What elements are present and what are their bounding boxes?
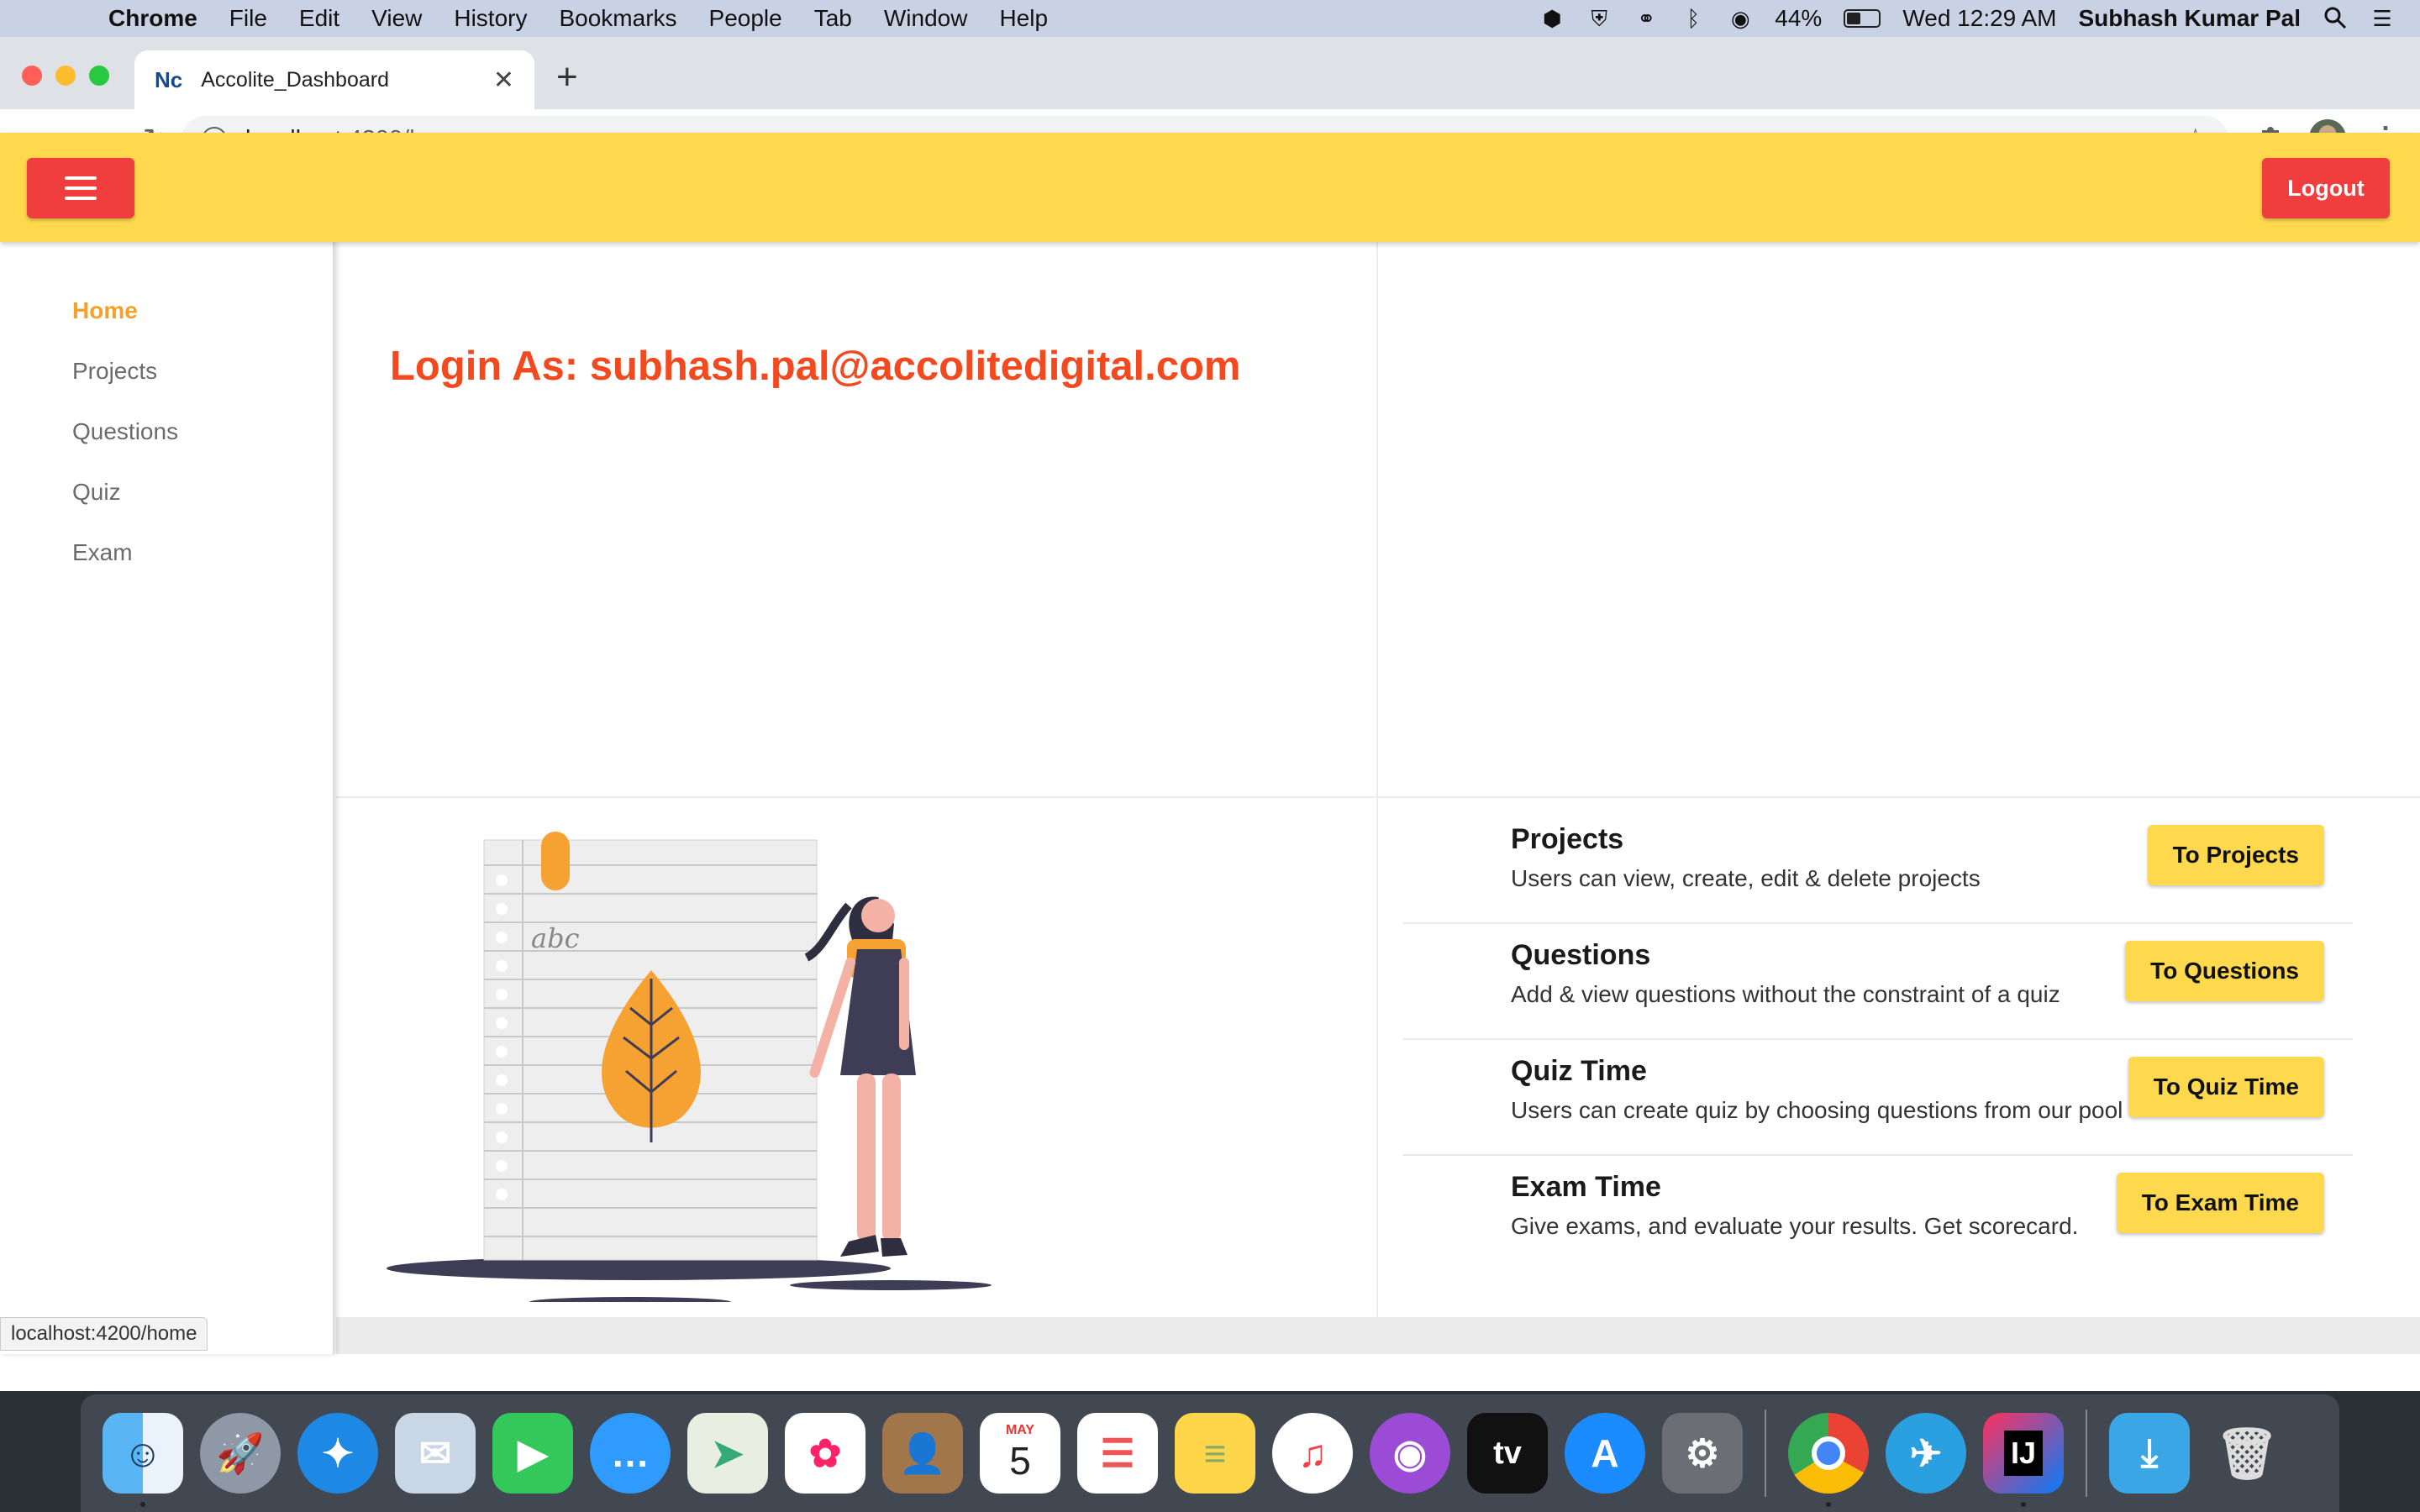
tab-strip: Nc Accolite_Dashboard ✕ + (0, 37, 2420, 109)
hamburger-icon-line (65, 197, 97, 200)
sidebar-item-projects[interactable]: Projects (72, 358, 157, 385)
menu-toggle-button[interactable] (27, 158, 134, 218)
close-window-button[interactable] (22, 66, 42, 86)
menu-edit[interactable]: Edit (283, 5, 355, 32)
dock-separator (1765, 1410, 1766, 1497)
browser-tab-active[interactable]: Nc Accolite_Dashboard ✕ (134, 50, 534, 109)
feature-card-questions: Questions Add & view questions without t… (1403, 926, 2353, 1040)
calendar-month: MAY (1005, 1423, 1035, 1437)
logout-button[interactable]: Logout (2262, 158, 2390, 218)
sidebar-item-quiz[interactable]: Quiz (72, 479, 121, 506)
window-controls (22, 66, 109, 86)
close-tab-icon[interactable]: ✕ (493, 66, 514, 95)
facetime-icon[interactable]: ▶ (492, 1413, 573, 1494)
to-questions-button[interactable]: To Questions (2125, 941, 2324, 1001)
trash-icon[interactable]: 🗑 (2207, 1413, 2287, 1494)
bluetooth-icon[interactable]: ᛒ (1681, 6, 1706, 31)
maps-icon[interactable]: ➤ (687, 1413, 768, 1494)
main-content: Login As: subhash.pal@accolitedigital.co… (336, 242, 2420, 1354)
menu-bookmarks[interactable]: Bookmarks (543, 5, 692, 32)
menubar-clock[interactable]: Wed 12:29 AM (1902, 5, 2056, 32)
sidebar-item-exam[interactable]: Exam (72, 539, 133, 566)
menu-tab[interactable]: Tab (798, 5, 868, 32)
feature-card-projects: Projects Users can view, create, edit & … (1403, 810, 2353, 924)
calendar-icon[interactable]: MAY 5 (980, 1413, 1060, 1494)
feature-title: Projects (1511, 823, 1624, 855)
menubar-user[interactable]: Subhash Kumar Pal (2078, 5, 2301, 32)
favicon-icon: Nc (155, 66, 183, 92)
mail-icon[interactable]: ✉ (395, 1413, 476, 1494)
status-url-bubble: localhost:4200/home (0, 1317, 208, 1351)
photos-icon[interactable]: ✿ (785, 1413, 865, 1494)
app-header: Logout (0, 133, 2420, 242)
intellij-icon[interactable]: IJ (1983, 1413, 2064, 1507)
feature-description: Add & view questions without the constra… (1511, 981, 2060, 1007)
to-exam-time-button[interactable]: To Exam Time (2116, 1173, 2324, 1233)
podcasts-icon[interactable]: ◉ (1370, 1413, 1450, 1494)
notebook-abc-text: abc (531, 922, 580, 954)
login-as-heading: Login As: subhash.pal@accolitedigital.co… (390, 344, 1241, 389)
illustration-panel: abc (336, 798, 1376, 1317)
macos-dock: ☺ 🚀 ✦ ✉ ▶ … ➤ ✿ 👤 MAY 5 ☰ ≡ ♫ ◉ tv A ⚙ ✈… (81, 1394, 2339, 1512)
minimize-window-button[interactable] (55, 66, 76, 86)
battery-percent[interactable]: 44% (1775, 5, 1822, 32)
app-store-icon[interactable]: A (1565, 1413, 1645, 1494)
notebook-illustration: abc (387, 832, 992, 1302)
sidebar: Home Projects Questions Quiz Exam (0, 242, 334, 1354)
chrome-icon[interactable] (1788, 1413, 1869, 1507)
menu-people[interactable]: People (693, 5, 798, 32)
wifi-icon[interactable]: ◉ (1728, 6, 1753, 31)
login-panel: Login As: subhash.pal@accolitedigital.co… (336, 242, 1376, 796)
launchpad-icon[interactable]: 🚀 (200, 1413, 281, 1494)
feature-title: Exam Time (1511, 1171, 1661, 1203)
macos-menubar: Chrome File Edit View History Bookmarks … (0, 0, 2420, 37)
calendar-day: 5 (1009, 1439, 1031, 1483)
to-quiz-time-button[interactable]: To Quiz Time (2128, 1057, 2324, 1117)
new-tab-icon[interactable]: + (556, 59, 578, 96)
intellij-label: IJ (2003, 1431, 2044, 1476)
sidebar-item-questions[interactable]: Questions (72, 418, 178, 445)
feature-card-quiz-time: Quiz Time Users can create quiz by choos… (1403, 1042, 2353, 1156)
spotlight-search-icon[interactable] (2323, 6, 2348, 31)
binoculars-icon[interactable]: ⚭ (1634, 6, 1659, 31)
contacts-icon[interactable]: 👤 (882, 1413, 963, 1494)
menu-history[interactable]: History (438, 5, 543, 32)
hamburger-icon-line (65, 176, 97, 180)
notes-icon[interactable]: ≡ (1175, 1413, 1255, 1494)
menu-view[interactable]: View (355, 5, 438, 32)
downloads-folder-icon[interactable]: ⤓ (2109, 1413, 2190, 1494)
tab-title: Accolite_Dashboard (201, 67, 389, 92)
reminders-icon[interactable]: ☰ (1077, 1413, 1158, 1494)
maximize-window-button[interactable] (89, 66, 109, 86)
shield-status-icon[interactable]: ⛨ (1586, 6, 1612, 31)
telegram-icon[interactable]: ✈ (1886, 1413, 1966, 1494)
feature-description: Give exams, and evaluate your results. G… (1511, 1213, 2079, 1239)
top-right-panel (1378, 242, 2420, 796)
feature-description: Users can view, create, edit & delete pr… (1511, 865, 1981, 891)
messages-icon[interactable]: … (590, 1413, 671, 1494)
music-icon[interactable]: ♫ (1272, 1413, 1353, 1494)
hamburger-icon-line (65, 186, 97, 190)
feature-description: Users can create quiz by choosing questi… (1511, 1097, 2123, 1123)
dock-separator (2086, 1410, 2087, 1497)
system-preferences-icon[interactable]: ⚙ (1662, 1413, 1743, 1494)
finder-icon[interactable]: ☺ (103, 1413, 183, 1507)
apple-tv-icon[interactable]: tv (1467, 1413, 1548, 1494)
vpn-status-icon[interactable]: ⬢ (1539, 6, 1565, 31)
control-center-icon[interactable]: ☰ (2370, 6, 2395, 31)
safari-icon[interactable]: ✦ (297, 1413, 378, 1494)
menu-app-name[interactable]: Chrome (92, 5, 213, 32)
sidebar-item-home[interactable]: Home (72, 297, 138, 324)
feature-title: Quiz Time (1511, 1055, 1647, 1087)
apple-tv-label: tv (1493, 1435, 1522, 1471)
menu-file[interactable]: File (213, 5, 283, 32)
menu-window[interactable]: Window (868, 5, 984, 32)
battery-icon[interactable] (1844, 9, 1881, 28)
feature-card-exam-time: Exam Time Give exams, and evaluate your … (1403, 1158, 2353, 1272)
menu-help[interactable]: Help (983, 5, 1064, 32)
feature-title: Questions (1511, 939, 1651, 971)
to-projects-button[interactable]: To Projects (2147, 825, 2324, 885)
